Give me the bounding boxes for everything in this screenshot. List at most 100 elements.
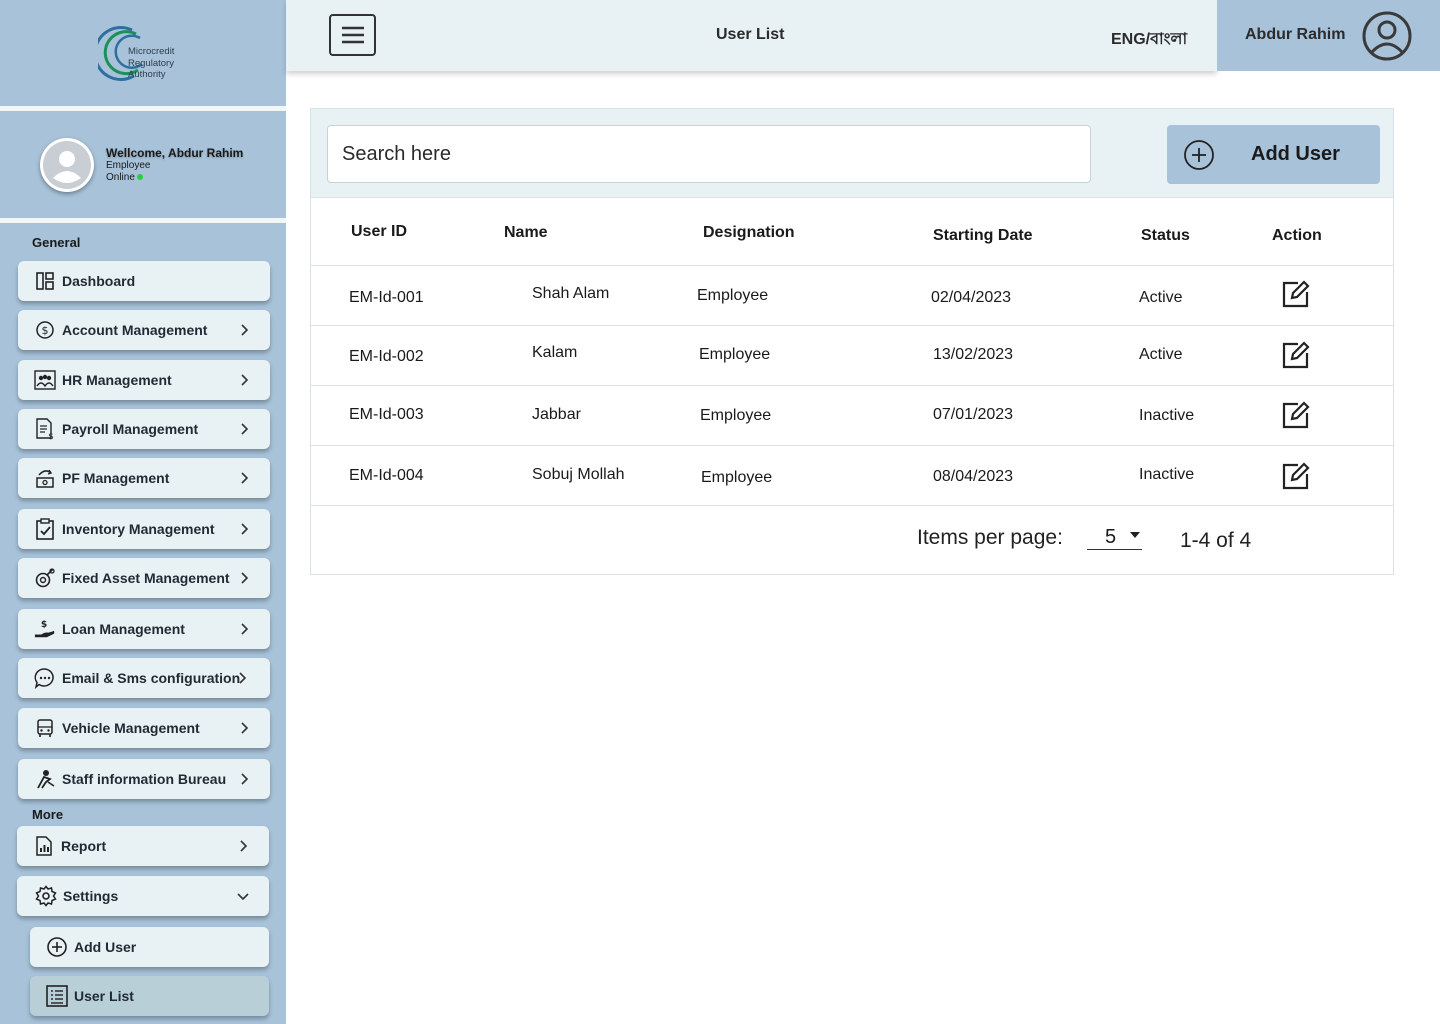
asset-icon [34, 567, 56, 589]
user-avatar-icon [43, 141, 91, 189]
cell-starting-date: 08/04/2023 [933, 468, 1014, 485]
dollar-circle-icon: $ [34, 319, 56, 341]
add-user-button[interactable]: Add User [1167, 125, 1380, 184]
user-role: Employee [106, 160, 151, 171]
online-status: Online [106, 172, 143, 183]
sidebar-item-label: Dashboard [62, 273, 136, 289]
sidebar-item-label: Email & Sms configuration [62, 670, 241, 686]
chevron-right-icon [241, 472, 249, 484]
sidebar-item-email-sms-configuration[interactable]: Email & Sms configuration [18, 658, 270, 698]
sidebar-item-fixed-asset-management[interactable]: Fixed Asset Management [18, 558, 270, 598]
cell-user-id: EM-Id-002 [349, 348, 424, 365]
items-per-page-select[interactable]: 5 [1087, 526, 1142, 550]
list-icon [46, 985, 68, 1007]
caret-down-icon [1130, 532, 1140, 538]
svg-text:$: $ [42, 324, 49, 337]
column-header-action: Action [1272, 227, 1322, 244]
clipboard-check-icon [34, 518, 56, 540]
edit-icon[interactable] [1282, 280, 1310, 308]
section-more: More [32, 807, 64, 822]
menu-toggle-button[interactable] [329, 14, 376, 56]
sidebar-item-payroll-management[interactable]: $ Payroll Management [18, 409, 270, 449]
row-divider [311, 325, 1393, 326]
cell-designation: Employee [699, 346, 771, 363]
chevron-right-icon [241, 773, 249, 785]
svg-text:$: $ [41, 619, 47, 630]
row-divider [311, 265, 1393, 266]
sidebar-item-label: Staff information Bureau [62, 771, 227, 787]
cell-name: Shah Alam [532, 285, 610, 302]
cell-status: Inactive [1139, 466, 1195, 483]
logo-text: Microcredit Regulatory Authority [128, 46, 174, 81]
add-user-label: Add User [1251, 143, 1340, 165]
column-header-starting-date: Starting Date [933, 227, 1033, 244]
row-divider [311, 505, 1393, 506]
chevron-down-icon [237, 893, 249, 901]
cell-name: Jabbar [532, 406, 581, 423]
cell-status: Active [1139, 346, 1183, 363]
sidebar-item-label: PF Management [62, 470, 170, 486]
sidebar-divider [0, 218, 286, 223]
user-circle-icon[interactable] [1361, 10, 1413, 62]
sidebar-subitem-add-user[interactable]: Add User [30, 927, 269, 967]
sidebar-item-label: HR Management [62, 372, 172, 388]
cell-starting-date: 13/02/2023 [933, 346, 1014, 363]
edit-icon[interactable] [1282, 401, 1310, 429]
people-icon [34, 369, 56, 391]
sidebar-item-pf-management[interactable]: PF Management [18, 458, 270, 498]
sidebar-item-label: Vehicle Management [62, 720, 200, 736]
section-general: General [32, 235, 81, 250]
sidebar-item-account-management[interactable]: $ Account Management [18, 310, 270, 350]
sidebar-item-label: Add User [74, 939, 137, 955]
chevron-right-icon [241, 374, 249, 386]
language-toggle[interactable]: ENG/বাংলা [1111, 26, 1187, 53]
header-username[interactable]: Abdur Rahim [1245, 26, 1345, 44]
chevron-right-icon [241, 523, 249, 535]
cell-user-id: EM-Id-003 [349, 406, 424, 423]
pf-transfer-icon [34, 467, 56, 489]
cell-status: Active [1139, 289, 1183, 306]
online-dot-icon [136, 174, 143, 180]
gear-icon [35, 885, 57, 907]
chevron-right-icon [240, 840, 248, 852]
sidebar-item-vehicle-management[interactable]: Vehicle Management [18, 708, 270, 748]
logo-line-3: Authority [128, 69, 166, 80]
online-label: Online [106, 172, 135, 183]
sidebar-item-loan-management[interactable]: $ Loan Management [18, 609, 270, 649]
sidebar-item-label: Fixed Asset Management [62, 570, 230, 586]
sidebar-item-settings[interactable]: Settings [17, 876, 269, 916]
search-input[interactable] [327, 125, 1091, 183]
avatar [40, 138, 94, 192]
sidebar-item-hr-management[interactable]: HR Management [18, 360, 270, 400]
logo-line-1: Microcredit [128, 46, 175, 57]
cell-status: Inactive [1139, 407, 1195, 424]
sidebar-item-label: User List [74, 988, 134, 1004]
chat-icon [34, 667, 56, 689]
loan-hand-icon: $ [34, 618, 56, 640]
column-header-designation: Designation [703, 224, 795, 241]
column-header-name: Name [504, 224, 548, 241]
items-per-page-value: 5 [1105, 526, 1117, 548]
column-header-user-id: User ID [351, 223, 408, 240]
sidebar-subitem-user-list[interactable]: User List [30, 976, 269, 1016]
row-divider [311, 385, 1393, 386]
hamburger-icon [341, 26, 364, 44]
sidebar-item-dashboard[interactable]: Dashboard [18, 261, 270, 301]
sidebar-item-label: Report [61, 838, 107, 854]
cell-user-id: EM-Id-004 [349, 467, 424, 484]
cell-designation: Employee [700, 407, 772, 424]
pagination-range: 1-4 of 4 [1180, 529, 1252, 552]
payroll-doc-icon: $ [34, 418, 56, 440]
edit-icon[interactable] [1282, 341, 1310, 369]
sidebar-item-label: Payroll Management [62, 421, 199, 437]
row-divider [311, 445, 1393, 446]
sidebar-item-inventory-management[interactable]: Inventory Management [18, 509, 270, 549]
chevron-right-icon [241, 722, 249, 734]
sidebar-item-staff-information-bureau[interactable]: Staff information Bureau [18, 759, 270, 799]
cell-user-id: EM-Id-001 [349, 289, 424, 306]
sidebar-item-report[interactable]: Report [17, 826, 269, 866]
bus-icon [34, 717, 56, 739]
edit-icon[interactable] [1282, 462, 1310, 490]
column-header-status: Status [1141, 227, 1190, 244]
sidebar-item-label: Account Management [62, 322, 208, 338]
